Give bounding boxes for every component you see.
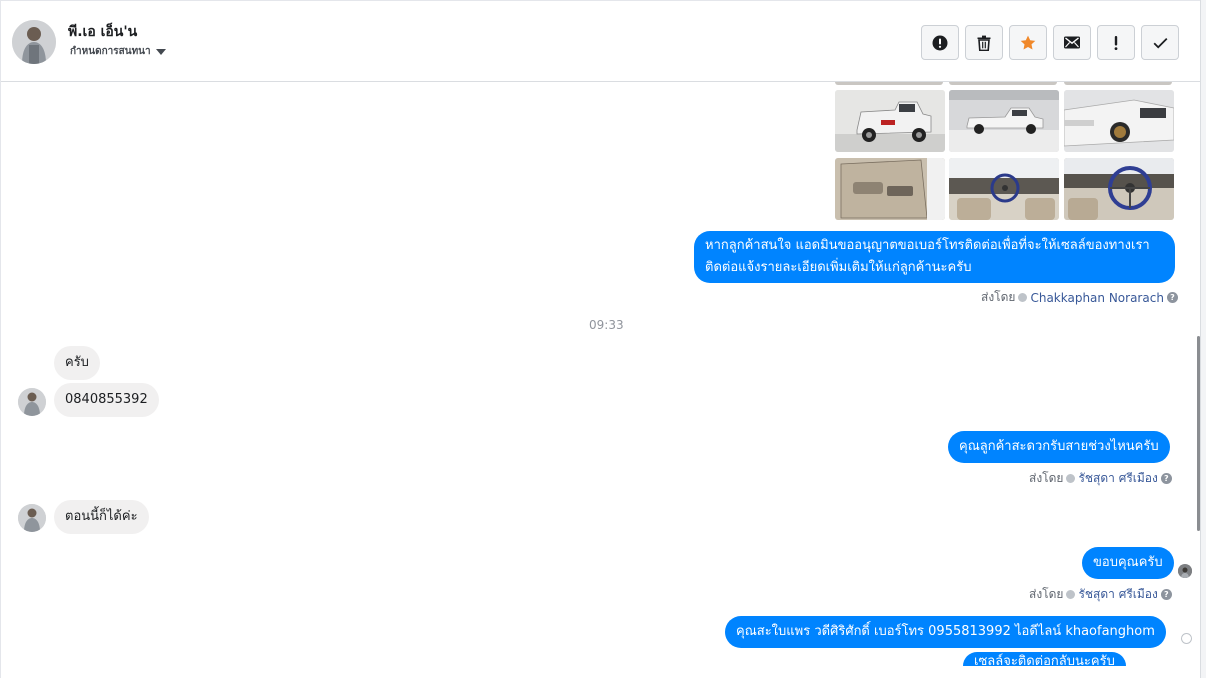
sent-by-agent[interactable]: รัชสุดา ศรีเมือง [1078,469,1157,488]
read-receipt-avatar [1178,564,1192,578]
car-photo-front[interactable] [1064,90,1174,152]
car-photo-side[interactable] [949,90,1059,152]
conversation-panel: พี.เอ เอ็น'น กำหนดการสนทนา หากลูกค้าสนใจ… [0,0,1201,678]
photo-strip-top [949,82,1057,85]
contact-name[interactable]: พี.เอ เอ็น'น [68,21,137,43]
envelope-icon [1064,36,1080,49]
assign-conversation-dropdown[interactable]: กำหนดการสนทนา [70,44,166,59]
message-timestamp: 09:33 [589,318,624,332]
spam-button[interactable] [921,25,959,60]
chevron-down-icon [155,48,166,55]
verified-icon [1066,474,1076,483]
delete-button[interactable] [965,25,1003,60]
message-text: ขอบคุณครับ [1093,555,1163,570]
help-icon[interactable]: ? [1166,292,1178,303]
star-button[interactable] [1009,25,1047,60]
exclamation-icon [1114,35,1118,50]
message-incoming[interactable]: ตอนนี้ก็ได้ค่ะ [54,500,149,534]
conversation-header: พี.เอ เอ็น'น กำหนดการสนทนา [1,0,1200,82]
message-outgoing[interactable]: คุณสะใบแพร วดีศิริศักดิ์ เบอร์โทร 095581… [725,616,1166,648]
message-outgoing[interactable]: เซลล์จะติดต่อกลับนะครับ [963,652,1126,666]
sent-by-label: ส่งโดย [1029,471,1064,485]
message-text: คุณลูกค้าสะดวกรับสายช่วงไหนครับ [959,439,1159,454]
message-text: คุณสะใบแพร วดีศิริศักดิ์ เบอร์โทร 095581… [736,624,1155,639]
star-icon [1020,35,1036,49]
sent-by-info: ส่งโดย รัชสุดา ศรีเมือง ? [1029,585,1172,604]
verified-icon [1066,590,1076,599]
sent-status-icon [1181,633,1192,644]
contact-avatar-small[interactable] [18,388,46,416]
message-text: ครับ [65,355,89,370]
photo-strip-top [1064,82,1172,85]
car-photo-interior[interactable] [949,158,1059,220]
sent-by-label: ส่งโดย [1029,587,1064,601]
sent-by-info: ส่งโดย รัชสุดา ศรีเมือง ? [1029,469,1172,488]
conversation-actions [921,25,1179,60]
message-outgoing[interactable]: ขอบคุณครับ [1082,547,1174,579]
verified-icon [1018,293,1028,302]
contact-avatar-small[interactable] [18,504,46,532]
mark-unread-button[interactable] [1053,25,1091,60]
trash-icon [977,35,991,51]
message-text: หากลูกค้าสนใจ แอดมินขออนุญาตขอเบอร์โทรติ… [705,238,1150,253]
help-icon[interactable]: ? [1160,589,1172,600]
sent-by-agent[interactable]: รัชสุดา ศรีเมือง [1078,585,1157,604]
done-button[interactable] [1141,25,1179,60]
sent-by-info: ส่งโดย Chakkaphan Norarach ? [981,288,1178,307]
message-text: เซลล์จะติดต่อกลับนะครับ [974,654,1115,666]
help-icon[interactable]: ? [1160,473,1172,484]
message-incoming[interactable]: ครับ [54,346,100,380]
contact-avatar[interactable] [12,20,56,64]
important-button[interactable] [1097,25,1135,60]
window-edge [1201,0,1206,678]
message-text: ตอนนี้ก็ได้ค่ะ [65,509,138,524]
message-text: ติดต่อแจ้งรายละเอียดเพิ่มเติมให้แก่ลูกค้… [705,260,972,275]
sent-by-label: ส่งโดย [981,290,1016,304]
scrollbar[interactable] [1197,336,1200,531]
message-outgoing[interactable]: คุณลูกค้าสะดวกรับสายช่วงไหนครับ [948,431,1170,463]
car-photo-door[interactable] [835,158,945,220]
check-icon [1153,37,1167,48]
car-photo-rear[interactable] [835,90,945,152]
alert-circle-icon [932,35,948,50]
photo-strip-top [835,82,943,85]
message-text: 0840855392 [65,392,148,407]
assign-label: กำหนดการสนทนา [70,46,151,57]
car-photo-steering[interactable] [1064,158,1174,220]
message-incoming[interactable]: 0840855392 [54,383,159,417]
message-outgoing[interactable]: หากลูกค้าสนใจ แอดมินขออนุญาตขอเบอร์โทรติ… [694,231,1175,283]
sent-by-agent[interactable]: Chakkaphan Norarach [1030,291,1163,305]
